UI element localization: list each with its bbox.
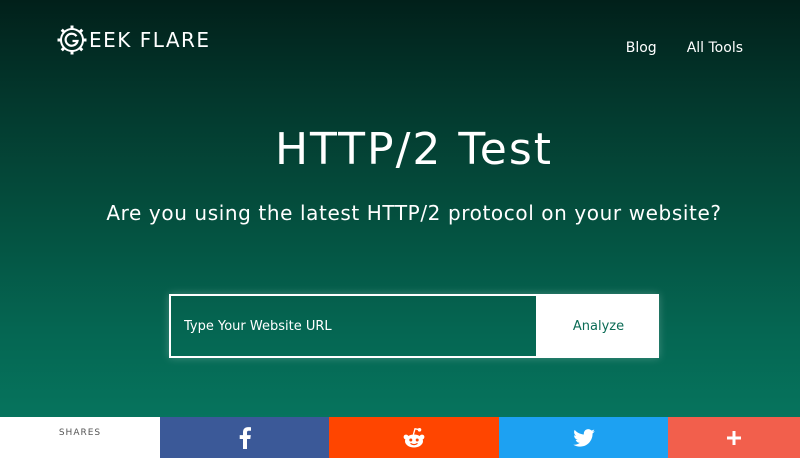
twitter-icon	[572, 428, 595, 447]
more-share-button[interactable]	[668, 417, 800, 458]
url-test-form: Analyze	[169, 294, 659, 358]
reddit-share-button[interactable]	[329, 417, 499, 458]
logo-text: EEK FLARE	[89, 28, 211, 52]
site-logo[interactable]: EEK FLARE	[57, 24, 211, 56]
shares-label: SHARES	[0, 417, 160, 458]
facebook-icon	[239, 426, 251, 449]
nav-link-all-tools[interactable]: All Tools	[687, 39, 743, 57]
analyze-button[interactable]: Analyze	[538, 294, 659, 358]
facebook-share-button[interactable]	[160, 417, 329, 458]
gear-g-icon	[57, 25, 87, 55]
page-subtitle: Are you using the latest HTTP/2 protocol…	[106, 201, 722, 225]
reddit-icon	[403, 427, 425, 447]
nav-link-blog[interactable]: Blog	[626, 39, 657, 57]
top-nav: Blog All Tools	[626, 39, 743, 57]
plus-icon	[727, 430, 741, 445]
twitter-share-button[interactable]	[499, 417, 668, 458]
website-url-input[interactable]	[169, 294, 538, 358]
page-title: HTTP/2 Test	[274, 124, 554, 175]
share-bar: SHARES	[0, 417, 800, 458]
